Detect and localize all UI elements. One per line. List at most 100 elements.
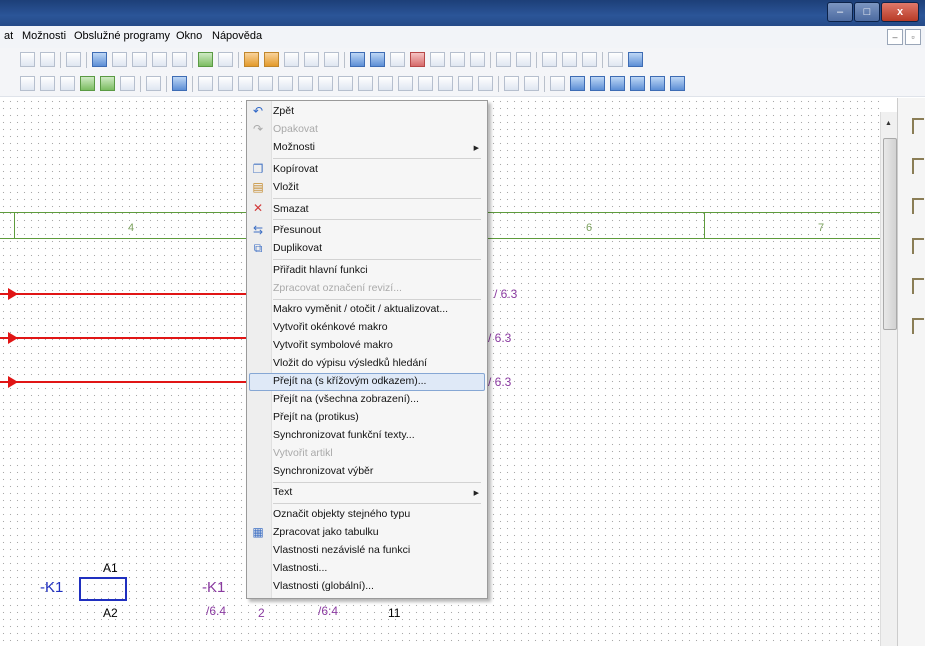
menu-item-vlozit-do-vypisu[interactable]: Vložit do výpisu výsledků hledání [273, 357, 427, 369]
document-minimize-icon[interactable]: – [887, 29, 903, 45]
structure-g-icon[interactable] [318, 76, 333, 91]
find-icon[interactable] [410, 52, 425, 67]
text-graphics-icon[interactable] [470, 52, 485, 67]
menu-item-vlastnosti-nezavisle[interactable]: Vlastnosti nezávislé na funkci [273, 544, 410, 556]
menu-item-vytvorit-artikl[interactable]: Vytvořit artikl [273, 447, 333, 459]
cross-reference[interactable]: / 6.3 [488, 375, 511, 389]
page-properties-icon[interactable] [40, 52, 55, 67]
cross-reference[interactable]: / 6.3 [494, 287, 517, 301]
connection-icon[interactable] [608, 52, 623, 67]
terminal-icon[interactable] [542, 52, 557, 67]
menu-item-vytvorit-symbolove-makro[interactable]: Vytvořit symbolové makro [273, 339, 393, 351]
input-mode-icon[interactable] [390, 52, 405, 67]
report-icon[interactable] [496, 52, 511, 67]
structure-h-icon[interactable] [338, 76, 353, 91]
structure-e-icon[interactable] [278, 76, 293, 91]
structure-c-icon[interactable] [238, 76, 253, 91]
find-next-icon[interactable] [430, 52, 445, 67]
menu-item-okno[interactable]: Okno [176, 30, 202, 42]
t-node-a-icon[interactable] [570, 76, 585, 91]
panel-tool-icon[interactable] [912, 198, 924, 214]
relay-coil[interactable] [79, 577, 127, 601]
monitor-icon[interactable] [66, 52, 81, 67]
grid-d-icon[interactable] [304, 52, 319, 67]
panel-tool-icon[interactable] [912, 278, 924, 294]
scrollbar-thumb[interactable] [883, 138, 897, 330]
cross-reference[interactable]: / 6.3 [488, 331, 511, 345]
menu-item-vlastnosti[interactable]: Vlastnosti... [273, 562, 327, 574]
menu-item-vytvorit-okenkove-makro[interactable]: Vytvořit okénkové makro [273, 321, 388, 333]
snap-object-icon[interactable] [370, 52, 385, 67]
structure-k-icon[interactable] [398, 76, 413, 91]
menu-item-priradit-hlavni-funkci[interactable]: Přiřadit hlavní funkci [273, 264, 368, 276]
plc-icon[interactable] [504, 76, 519, 91]
panel-tool-icon[interactable] [912, 118, 924, 134]
cable-icon[interactable] [562, 52, 577, 67]
menu-item-zpracovat-jako-tabulku[interactable]: Zpracovat jako tabulku [273, 526, 379, 538]
snap-grid-icon[interactable] [350, 52, 365, 67]
potential-wire[interactable] [0, 293, 248, 295]
t-node-e-icon[interactable] [670, 76, 685, 91]
contact-reference[interactable]: /6.4 [206, 604, 226, 618]
potential-wire[interactable] [0, 381, 248, 383]
structure-l-icon[interactable] [418, 76, 433, 91]
t-node-b-icon[interactable] [590, 76, 605, 91]
page-next-icon[interactable] [60, 76, 75, 91]
scroll-up-icon[interactable]: ▲ [885, 120, 892, 127]
menu-item-duplikovat[interactable]: Duplikovat [273, 242, 322, 254]
grid-c-icon[interactable] [284, 52, 299, 67]
page-first-icon[interactable] [20, 76, 35, 91]
zoom-in-icon[interactable] [132, 52, 147, 67]
menu-item-makro-vymenit[interactable]: Makro vyměnit / otočit / aktualizovat... [273, 303, 448, 315]
layout-icon[interactable] [172, 76, 187, 91]
device-tag[interactable]: -K1 [40, 579, 63, 596]
structure-n-icon[interactable] [458, 76, 473, 91]
panel-tool-icon[interactable] [912, 238, 924, 254]
vertical-scrollbar[interactable]: ▲ [880, 112, 898, 646]
menu-item-zpracovat-oznaceni-revizi[interactable]: Zpracovat označení revizí... [273, 282, 402, 294]
menu-item-napoveda[interactable]: Nápověda [212, 30, 262, 42]
menu-item-oznacit-objekty[interactable]: Označit objekty stejného typu [273, 508, 410, 520]
menu-item-at[interactable]: at [4, 30, 13, 42]
structure-o-icon[interactable] [478, 76, 493, 91]
page-last-icon[interactable] [80, 76, 95, 91]
zoom-out-icon[interactable] [152, 52, 167, 67]
new-page-icon[interactable] [20, 52, 35, 67]
structure-i-icon[interactable] [358, 76, 373, 91]
menu-item-vlastnosti-globalni[interactable]: Vlastnosti (globální)... [273, 580, 374, 592]
structure-a-icon[interactable] [198, 76, 213, 91]
structure-f-icon[interactable] [298, 76, 313, 91]
structure-b-icon[interactable] [218, 76, 233, 91]
menu-item-synchronizovat-vyber[interactable]: Synchronizovat výběr [273, 465, 373, 477]
potential-icon[interactable] [582, 52, 597, 67]
grid-a-icon[interactable] [244, 52, 259, 67]
t-node-d-icon[interactable] [630, 76, 645, 91]
cross-node-icon[interactable] [650, 76, 665, 91]
structure-d-icon[interactable] [258, 76, 273, 91]
minimize-button[interactable]: – [827, 2, 853, 22]
angle-icon[interactable] [550, 76, 565, 91]
grid-b-icon[interactable] [264, 52, 279, 67]
bus-icon[interactable] [524, 76, 539, 91]
potential-wire[interactable] [0, 337, 248, 339]
structure-j-icon[interactable] [378, 76, 393, 91]
menu-item-text[interactable]: Text [273, 486, 292, 498]
menu-item-kopirovat[interactable]: Kopírovat [273, 163, 318, 175]
window-macro-icon[interactable] [146, 76, 161, 91]
navigate-back-icon[interactable] [198, 52, 213, 67]
report-update-icon[interactable] [516, 52, 531, 67]
symbol-icon[interactable] [628, 52, 643, 67]
navigate-forward-icon[interactable] [218, 52, 233, 67]
menu-item-prejit-na-krizovy-odkaz[interactable]: Přejít na (s křížovým odkazem)... [273, 375, 426, 387]
document-restore-icon[interactable]: ▫ [905, 29, 921, 45]
menu-item-vlozit[interactable]: Vložit [273, 181, 299, 193]
menu-item-presunout[interactable]: Přesunout [273, 224, 321, 236]
page-previous-icon[interactable] [40, 76, 55, 91]
menu-item-obsluzne-programy[interactable]: Obslužné programy [74, 30, 170, 42]
menu-item-zpet[interactable]: Zpět [273, 105, 294, 117]
panel-tool-icon[interactable] [912, 318, 924, 334]
t-node-c-icon[interactable] [610, 76, 625, 91]
close-button[interactable]: x [881, 2, 919, 22]
zoom-all-icon[interactable] [172, 52, 187, 67]
menu-item-prejit-na-protikus[interactable]: Přejít na (protikus) [273, 411, 359, 423]
